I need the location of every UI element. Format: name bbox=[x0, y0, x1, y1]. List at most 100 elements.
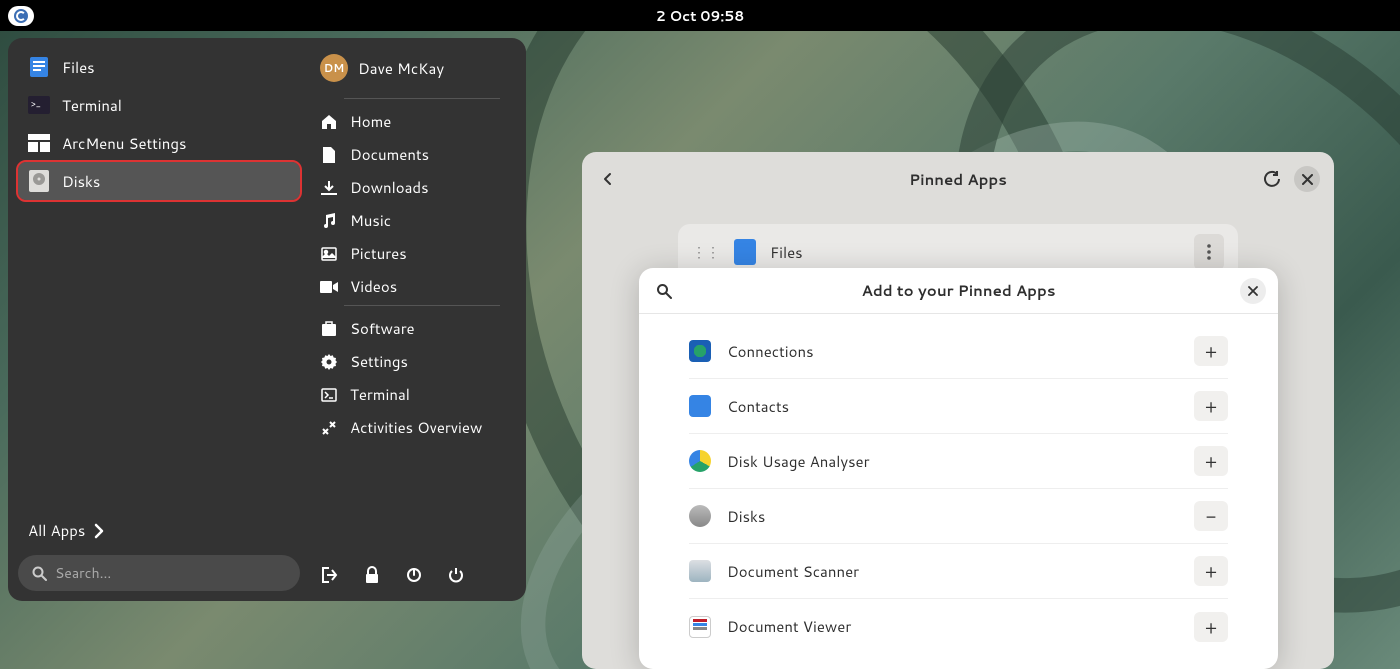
clock[interactable]: 2 Oct 09:58 bbox=[656, 6, 745, 26]
connections-icon bbox=[689, 340, 711, 362]
sys-label: Terminal bbox=[350, 384, 410, 405]
pinned-label: ArcMenu Settings bbox=[62, 133, 186, 154]
avatar: DM bbox=[320, 54, 348, 82]
app-label: Contacts bbox=[727, 396, 1178, 417]
document-scanner-icon bbox=[689, 560, 711, 582]
disks-icon bbox=[28, 170, 50, 192]
pinned-label: Files bbox=[62, 57, 95, 78]
app-row-disks: Disks − bbox=[689, 489, 1228, 544]
music-icon bbox=[320, 212, 338, 230]
software-icon bbox=[320, 320, 338, 338]
dir-item-pictures[interactable]: Pictures bbox=[316, 237, 510, 270]
drag-handle-icon[interactable]: ⋮⋮ bbox=[692, 242, 720, 262]
dialog-close-button[interactable] bbox=[1240, 278, 1266, 304]
pinned-item-arcmenu-settings[interactable]: ArcMenu Settings bbox=[18, 124, 300, 162]
arcmenu-right-column: DM Dave McKay Home Documents Downloads M… bbox=[310, 38, 526, 601]
dir-item-videos[interactable]: Videos bbox=[316, 270, 510, 303]
app-row-disk-usage: Disk Usage Analyser + bbox=[689, 434, 1228, 489]
disk-usage-icon bbox=[689, 450, 711, 472]
all-apps-button[interactable]: All Apps bbox=[18, 510, 300, 551]
search-button[interactable] bbox=[653, 280, 675, 302]
home-icon bbox=[320, 113, 338, 131]
back-button[interactable] bbox=[596, 167, 620, 191]
pinned-apps-header: Pinned Apps bbox=[582, 152, 1334, 206]
row-menu-button[interactable] bbox=[1194, 234, 1224, 270]
dialog-header: Add to your Pinned Apps bbox=[639, 268, 1278, 314]
activities-button[interactable] bbox=[8, 6, 34, 26]
sys-item-activities[interactable]: Activities Overview bbox=[316, 411, 510, 444]
sys-item-terminal[interactable]: Terminal bbox=[316, 378, 510, 411]
contacts-icon bbox=[689, 395, 711, 417]
dir-item-music[interactable]: Music bbox=[316, 204, 510, 237]
pinned-label: Disks bbox=[62, 171, 100, 192]
fedora-logo-icon bbox=[14, 9, 28, 23]
sys-label: Settings bbox=[350, 351, 408, 372]
app-row-contacts: Contacts + bbox=[689, 379, 1228, 434]
add-button[interactable]: + bbox=[1194, 556, 1228, 586]
arcmenu-settings-icon bbox=[28, 132, 50, 154]
close-button[interactable] bbox=[1294, 166, 1320, 192]
dir-label: Documents bbox=[350, 144, 429, 165]
files-icon bbox=[28, 56, 50, 78]
search-input[interactable] bbox=[55, 563, 286, 583]
dir-label: Home bbox=[350, 111, 391, 132]
documents-icon bbox=[320, 146, 338, 164]
arcmenu-left-column: Files >_ Terminal ArcMenu Settings Disks… bbox=[8, 38, 310, 601]
restart-button[interactable] bbox=[404, 565, 424, 585]
sys-label: Activities Overview bbox=[350, 417, 482, 438]
dir-item-home[interactable]: Home bbox=[316, 105, 510, 138]
files-icon bbox=[734, 239, 756, 265]
pinned-label: Terminal bbox=[62, 95, 122, 116]
sys-item-settings[interactable]: Settings bbox=[316, 345, 510, 378]
app-label: Disks bbox=[727, 506, 1178, 527]
terminal-icon: >_ bbox=[28, 94, 50, 116]
power-button[interactable] bbox=[446, 565, 466, 585]
lock-button[interactable] bbox=[362, 565, 382, 585]
search-box[interactable] bbox=[18, 555, 300, 591]
separator bbox=[344, 305, 500, 306]
pinned-item-files[interactable]: Files bbox=[18, 48, 300, 86]
dir-label: Music bbox=[350, 210, 391, 231]
app-label: Connections bbox=[727, 341, 1178, 362]
pinned-item-terminal[interactable]: >_ Terminal bbox=[18, 86, 300, 124]
pictures-icon bbox=[320, 245, 338, 263]
separator bbox=[344, 98, 500, 99]
document-viewer-icon bbox=[689, 616, 711, 638]
svg-text:>_: >_ bbox=[31, 97, 41, 110]
dir-label: Downloads bbox=[350, 177, 429, 198]
dir-label: Videos bbox=[350, 276, 397, 297]
settings-icon bbox=[320, 353, 338, 371]
sys-label: Software bbox=[350, 318, 415, 339]
remove-button[interactable]: − bbox=[1194, 501, 1228, 531]
chevron-right-icon bbox=[91, 523, 107, 539]
pinned-item-disks[interactable]: Disks bbox=[18, 162, 300, 200]
app-row-document-scanner: Document Scanner + bbox=[689, 544, 1228, 599]
dir-item-documents[interactable]: Documents bbox=[316, 138, 510, 171]
refresh-button[interactable] bbox=[1260, 167, 1284, 191]
terminal-icon bbox=[320, 386, 338, 404]
dialog-title: Add to your Pinned Apps bbox=[862, 280, 1056, 301]
dir-item-downloads[interactable]: Downloads bbox=[316, 171, 510, 204]
add-button[interactable]: + bbox=[1194, 391, 1228, 421]
dialog-body[interactable]: Connections + Contacts + Disk Usage Anal… bbox=[639, 314, 1278, 669]
user-row[interactable]: DM Dave McKay bbox=[316, 48, 510, 96]
downloads-icon bbox=[320, 179, 338, 197]
app-label: Document Viewer bbox=[727, 616, 1178, 637]
videos-icon bbox=[320, 278, 338, 296]
dir-label: Pictures bbox=[350, 243, 407, 264]
disks-icon bbox=[689, 505, 711, 527]
add-button[interactable]: + bbox=[1194, 446, 1228, 476]
sys-item-software[interactable]: Software bbox=[316, 312, 510, 345]
app-row-document-viewer: Document Viewer + bbox=[689, 599, 1228, 654]
power-row bbox=[316, 553, 510, 591]
app-row-connections: Connections + bbox=[689, 324, 1228, 379]
app-label: Disk Usage Analyser bbox=[727, 451, 1178, 472]
pinned-apps-title: Pinned Apps bbox=[909, 169, 1007, 190]
add-button[interactable]: + bbox=[1194, 336, 1228, 366]
logout-button[interactable] bbox=[320, 565, 340, 585]
top-bar: 2 Oct 09:58 bbox=[0, 0, 1400, 31]
search-icon bbox=[32, 566, 47, 581]
app-label: Document Scanner bbox=[727, 561, 1178, 582]
all-apps-label: All Apps bbox=[28, 520, 85, 541]
add-button[interactable]: + bbox=[1194, 612, 1228, 642]
